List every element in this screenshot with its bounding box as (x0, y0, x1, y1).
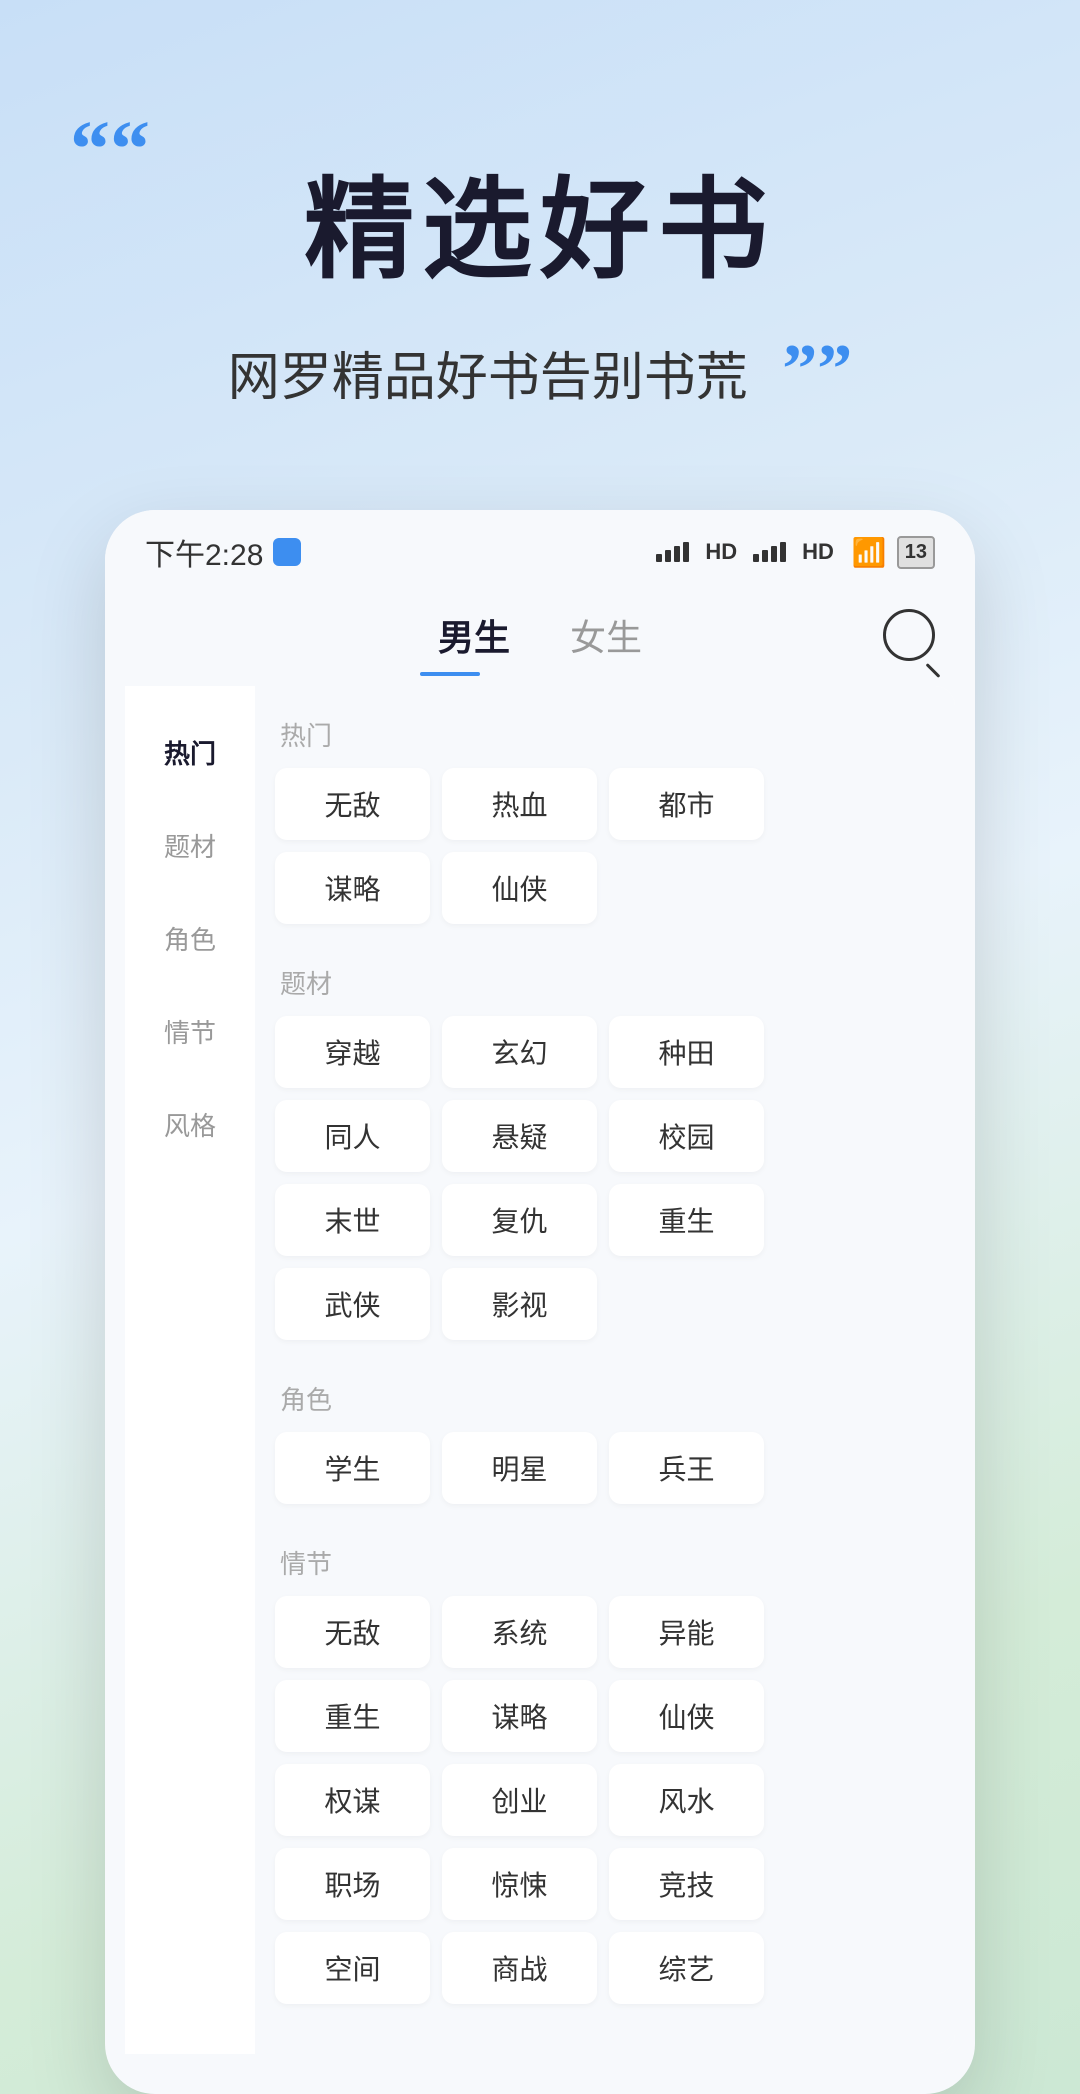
top-section: ““ 精选好书 网罗精品好书告别书荒 ”” (0, 0, 1080, 470)
tab-underline (420, 672, 480, 676)
nav-item-style[interactable]: 风格 (125, 1078, 255, 1171)
signal-bar-3 (674, 546, 680, 562)
tag-fengshui[interactable]: 风水 (609, 1764, 764, 1836)
tag-transmigration[interactable]: 穿越 (275, 1016, 430, 1088)
tag-xianxia-hot[interactable]: 仙侠 (442, 852, 597, 924)
signal-bar-6 (762, 550, 768, 562)
signal-bars (656, 542, 689, 562)
tag-city[interactable]: 都市 (609, 768, 764, 840)
status-time: 下午2:28 (145, 530, 301, 574)
tag-startup[interactable]: 创业 (442, 1764, 597, 1836)
battery-indicator: 13 (897, 536, 935, 569)
tag-system[interactable]: 系统 (442, 1596, 597, 1668)
signal-bar-7 (771, 546, 777, 562)
tag-business[interactable]: 商战 (442, 1932, 597, 2004)
status-right: HD HD 📶 13 (656, 536, 935, 569)
tag-apocalypse[interactable]: 末世 (275, 1184, 430, 1256)
tag-film[interactable]: 影视 (442, 1268, 597, 1340)
tag-thriller[interactable]: 惊悚 (442, 1848, 597, 1920)
quote-right-icon: ”” (782, 330, 852, 410)
tag-superpower[interactable]: 异能 (609, 1596, 764, 1668)
tag-power-scheme[interactable]: 权谋 (275, 1764, 430, 1836)
tab-bar: 男生 女生 (105, 584, 975, 686)
category-subject: 题材 穿越 玄幻 种田 同人 悬疑 校园 末世 复仇 重生 武侠 影视 (265, 954, 935, 1350)
tab-male[interactable]: 男生 (408, 599, 540, 671)
tag-doujin[interactable]: 同人 (275, 1100, 430, 1172)
nav-item-role[interactable]: 角色 (125, 892, 255, 985)
tag-wuxia[interactable]: 武侠 (275, 1268, 430, 1340)
tag-campus[interactable]: 校园 (609, 1100, 764, 1172)
tag-star[interactable]: 明星 (442, 1432, 597, 1504)
signal-bar-2 (665, 550, 671, 562)
category-title-role: 角色 (265, 1370, 935, 1427)
category-title-plot: 情节 (265, 1534, 935, 1591)
tags-grid-hot: 无敌 热血 都市 谋略 仙侠 (265, 763, 935, 934)
left-nav: 热门 题材 角色 情节 风格 (125, 686, 255, 2054)
wifi-icon: 📶 (852, 536, 887, 569)
phone-mockup: 下午2:28 HD HD 📶 13 男生 女 (105, 510, 975, 2094)
nav-item-plot[interactable]: 情节 (125, 985, 255, 1078)
tags-grid-subject: 穿越 玄幻 种田 同人 悬疑 校园 末世 复仇 重生 武侠 影视 (265, 1011, 935, 1350)
tag-rebirth-plot[interactable]: 重生 (275, 1680, 430, 1752)
nav-item-subject[interactable]: 题材 (125, 799, 255, 892)
tab-female[interactable]: 女生 (540, 599, 672, 671)
tag-competition[interactable]: 竞技 (609, 1848, 764, 1920)
tag-rebirth[interactable]: 重生 (609, 1184, 764, 1256)
subtitle: 网罗精品好书告别书荒 ”” (80, 330, 1000, 410)
tag-variety[interactable]: 综艺 (609, 1932, 764, 2004)
tag-fantasy[interactable]: 玄幻 (442, 1016, 597, 1088)
signal-bars-2 (753, 542, 786, 562)
quote-left-icon: ““ (70, 110, 150, 190)
category-plot: 情节 无敌 系统 异能 重生 谋略 仙侠 权谋 创业 风水 职场 惊悚 竞技 空… (265, 1534, 935, 2014)
tags-grid-role: 学生 明星 兵王 (265, 1427, 935, 1514)
category-title-subject: 题材 (265, 954, 935, 1011)
tag-revenge[interactable]: 复仇 (442, 1184, 597, 1256)
search-button[interactable] (883, 609, 935, 661)
hd-label-2: HD (802, 539, 834, 565)
main-title: 精选好书 (80, 140, 1000, 300)
hd-label-1: HD (705, 539, 737, 565)
search-icon (883, 609, 935, 661)
category-hot: 热门 无敌 热血 都市 谋略 仙侠 (265, 706, 935, 934)
tag-xianxia-plot[interactable]: 仙侠 (609, 1680, 764, 1752)
status-bar: 下午2:28 HD HD 📶 13 (105, 510, 975, 584)
signal-bar-8 (780, 542, 786, 562)
category-title-hot: 热门 (265, 706, 935, 763)
nav-item-hot[interactable]: 热门 (125, 706, 255, 799)
tag-soldier-king[interactable]: 兵王 (609, 1432, 764, 1504)
app-icon (273, 538, 301, 566)
signal-bar-4 (683, 542, 689, 562)
signal-bar-5 (753, 554, 759, 562)
tag-invincible-plot[interactable]: 无敌 (275, 1596, 430, 1668)
signal-bar-1 (656, 554, 662, 562)
right-content: 热门 无敌 热血 都市 谋略 仙侠 题材 穿越 玄幻 种田 同人 悬疑 (255, 686, 955, 2054)
tag-strategy-plot[interactable]: 谋略 (442, 1680, 597, 1752)
tags-grid-plot: 无敌 系统 异能 重生 谋略 仙侠 权谋 创业 风水 职场 惊悚 竞技 空间 商… (265, 1591, 935, 2014)
tag-passion[interactable]: 热血 (442, 768, 597, 840)
tag-invincible-hot[interactable]: 无敌 (275, 768, 430, 840)
content-area: 热门 题材 角色 情节 风格 热门 无敌 热血 都市 谋略 仙侠 题材 (125, 686, 955, 2054)
tag-farming[interactable]: 种田 (609, 1016, 764, 1088)
tag-mystery[interactable]: 悬疑 (442, 1100, 597, 1172)
tag-workplace[interactable]: 职场 (275, 1848, 430, 1920)
tag-student[interactable]: 学生 (275, 1432, 430, 1504)
tag-strategy-hot[interactable]: 谋略 (275, 852, 430, 924)
category-role: 角色 学生 明星 兵王 (265, 1370, 935, 1514)
tag-space[interactable]: 空间 (275, 1932, 430, 2004)
